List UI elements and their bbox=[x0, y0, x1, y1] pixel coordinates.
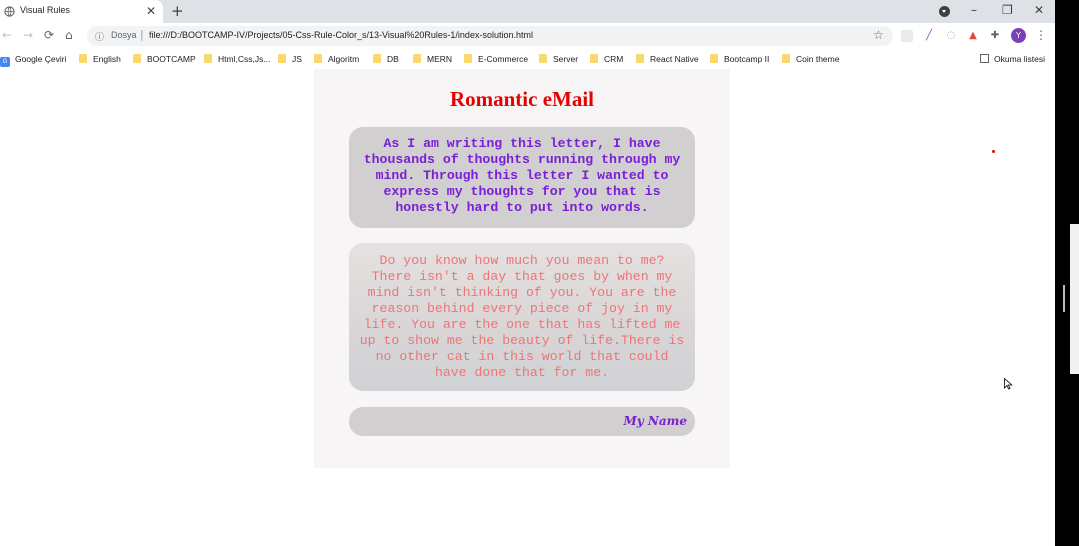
extension-icon[interactable]: ◌ bbox=[945, 30, 957, 42]
close-window-icon[interactable]: ✕ bbox=[1034, 2, 1044, 18]
folder-icon bbox=[710, 54, 718, 63]
back-icon[interactable]: ← bbox=[2, 27, 12, 43]
bookmark-item[interactable]: React Native bbox=[636, 52, 699, 66]
browser-toolbar: ← → ⟳ ⌂ ⓘ Dosya | file:///D:/BOOTCAMP-IV… bbox=[0, 23, 1079, 49]
extension-icon[interactable]: ▲ bbox=[967, 30, 979, 42]
bookmark-item[interactable]: DB bbox=[373, 52, 399, 66]
bookmark-item[interactable]: Algoritm bbox=[314, 52, 359, 66]
folder-icon bbox=[782, 54, 790, 63]
url-text[interactable]: file:///D:/BOOTCAMP-IV/Projects/05-Css-R… bbox=[149, 30, 533, 40]
bookmark-item[interactable]: English bbox=[79, 52, 121, 66]
tab-strip: Visual Rules ✕ + – ❐ ✕ bbox=[0, 0, 1079, 23]
reload-icon[interactable]: ⟳ bbox=[44, 27, 54, 43]
info-icon[interactable]: ⓘ bbox=[95, 30, 104, 43]
folder-icon bbox=[464, 54, 472, 63]
scrollbar-grip[interactable] bbox=[1063, 285, 1065, 312]
reading-list-icon bbox=[980, 54, 989, 63]
google-translate-icon: G bbox=[0, 57, 10, 67]
folder-icon bbox=[413, 54, 421, 63]
plus-icon[interactable]: + bbox=[171, 2, 184, 20]
pen-extension-icon[interactable]: ╱ bbox=[923, 30, 935, 42]
folder-icon bbox=[314, 54, 322, 63]
mouse-cursor-icon bbox=[1004, 378, 1013, 390]
bookmark-item[interactable]: BOOTCAMP bbox=[133, 52, 196, 66]
extension-icon[interactable] bbox=[901, 30, 913, 42]
scrollbar-thumb[interactable] bbox=[1070, 224, 1079, 374]
red-dot bbox=[992, 150, 995, 153]
bookmark-item[interactable]: Server bbox=[539, 52, 578, 66]
folder-icon bbox=[373, 54, 381, 63]
folder-icon bbox=[278, 54, 286, 63]
bookmark-item[interactable]: Html,Css,Js... bbox=[204, 52, 270, 66]
bookmark-item[interactable]: JS bbox=[278, 52, 302, 66]
separator: | bbox=[140, 28, 144, 41]
bookmark-item[interactable]: G Google Çeviri bbox=[0, 52, 67, 67]
extensions-icon[interactable]: ✚ bbox=[989, 30, 1001, 42]
folder-icon bbox=[133, 54, 141, 63]
menu-icon[interactable]: ⋮ bbox=[1035, 28, 1047, 42]
folder-icon bbox=[204, 54, 212, 63]
forward-icon[interactable]: → bbox=[23, 27, 33, 43]
reading-list-button[interactable]: Okuma listesi bbox=[980, 52, 1045, 66]
home-icon[interactable]: ⌂ bbox=[65, 27, 73, 43]
folder-icon bbox=[79, 54, 87, 63]
scheme-label: Dosya bbox=[111, 30, 137, 40]
page-title: Romantic eMail bbox=[449, 87, 595, 111]
folder-icon bbox=[539, 54, 547, 63]
signature: My Name bbox=[623, 414, 687, 428]
bookmark-item[interactable]: Coin theme bbox=[782, 52, 839, 66]
address-bar[interactable]: ⓘ Dosya | file:///D:/BOOTCAMP-IV/Project… bbox=[87, 26, 893, 46]
page-viewport: Romantic eMail As I am writing this lett… bbox=[0, 69, 1055, 546]
close-icon[interactable]: ✕ bbox=[146, 3, 156, 19]
folder-icon bbox=[636, 54, 644, 63]
bookmark-item[interactable]: Bootcamp II bbox=[710, 52, 769, 66]
signature-bubble: My Name bbox=[349, 407, 695, 436]
paragraph-bubble-1: As I am writing this letter, I have thou… bbox=[349, 127, 695, 228]
bookmark-item[interactable]: E-Commerce bbox=[464, 52, 528, 66]
paragraph-bubble-2: Do you know how much you mean to me? The… bbox=[349, 243, 695, 391]
avatar[interactable]: Y bbox=[1011, 28, 1026, 43]
restore-icon[interactable]: ❐ bbox=[1002, 2, 1013, 18]
bookmark-item[interactable]: CRM bbox=[590, 52, 623, 66]
bookmark-item[interactable]: MERN bbox=[413, 52, 452, 66]
tab-title: Visual Rules bbox=[20, 5, 70, 15]
profile-menu-icon[interactable] bbox=[939, 6, 950, 17]
minimize-icon[interactable]: – bbox=[971, 2, 977, 18]
folder-icon bbox=[590, 54, 598, 63]
tab-visual-rules[interactable]: Visual Rules ✕ bbox=[0, 0, 163, 23]
star-icon[interactable]: ☆ bbox=[873, 28, 884, 42]
bookmarks-bar: G Google Çeviri English BOOTCAMP Html,Css… bbox=[0, 49, 1079, 69]
globe-icon bbox=[4, 6, 15, 17]
